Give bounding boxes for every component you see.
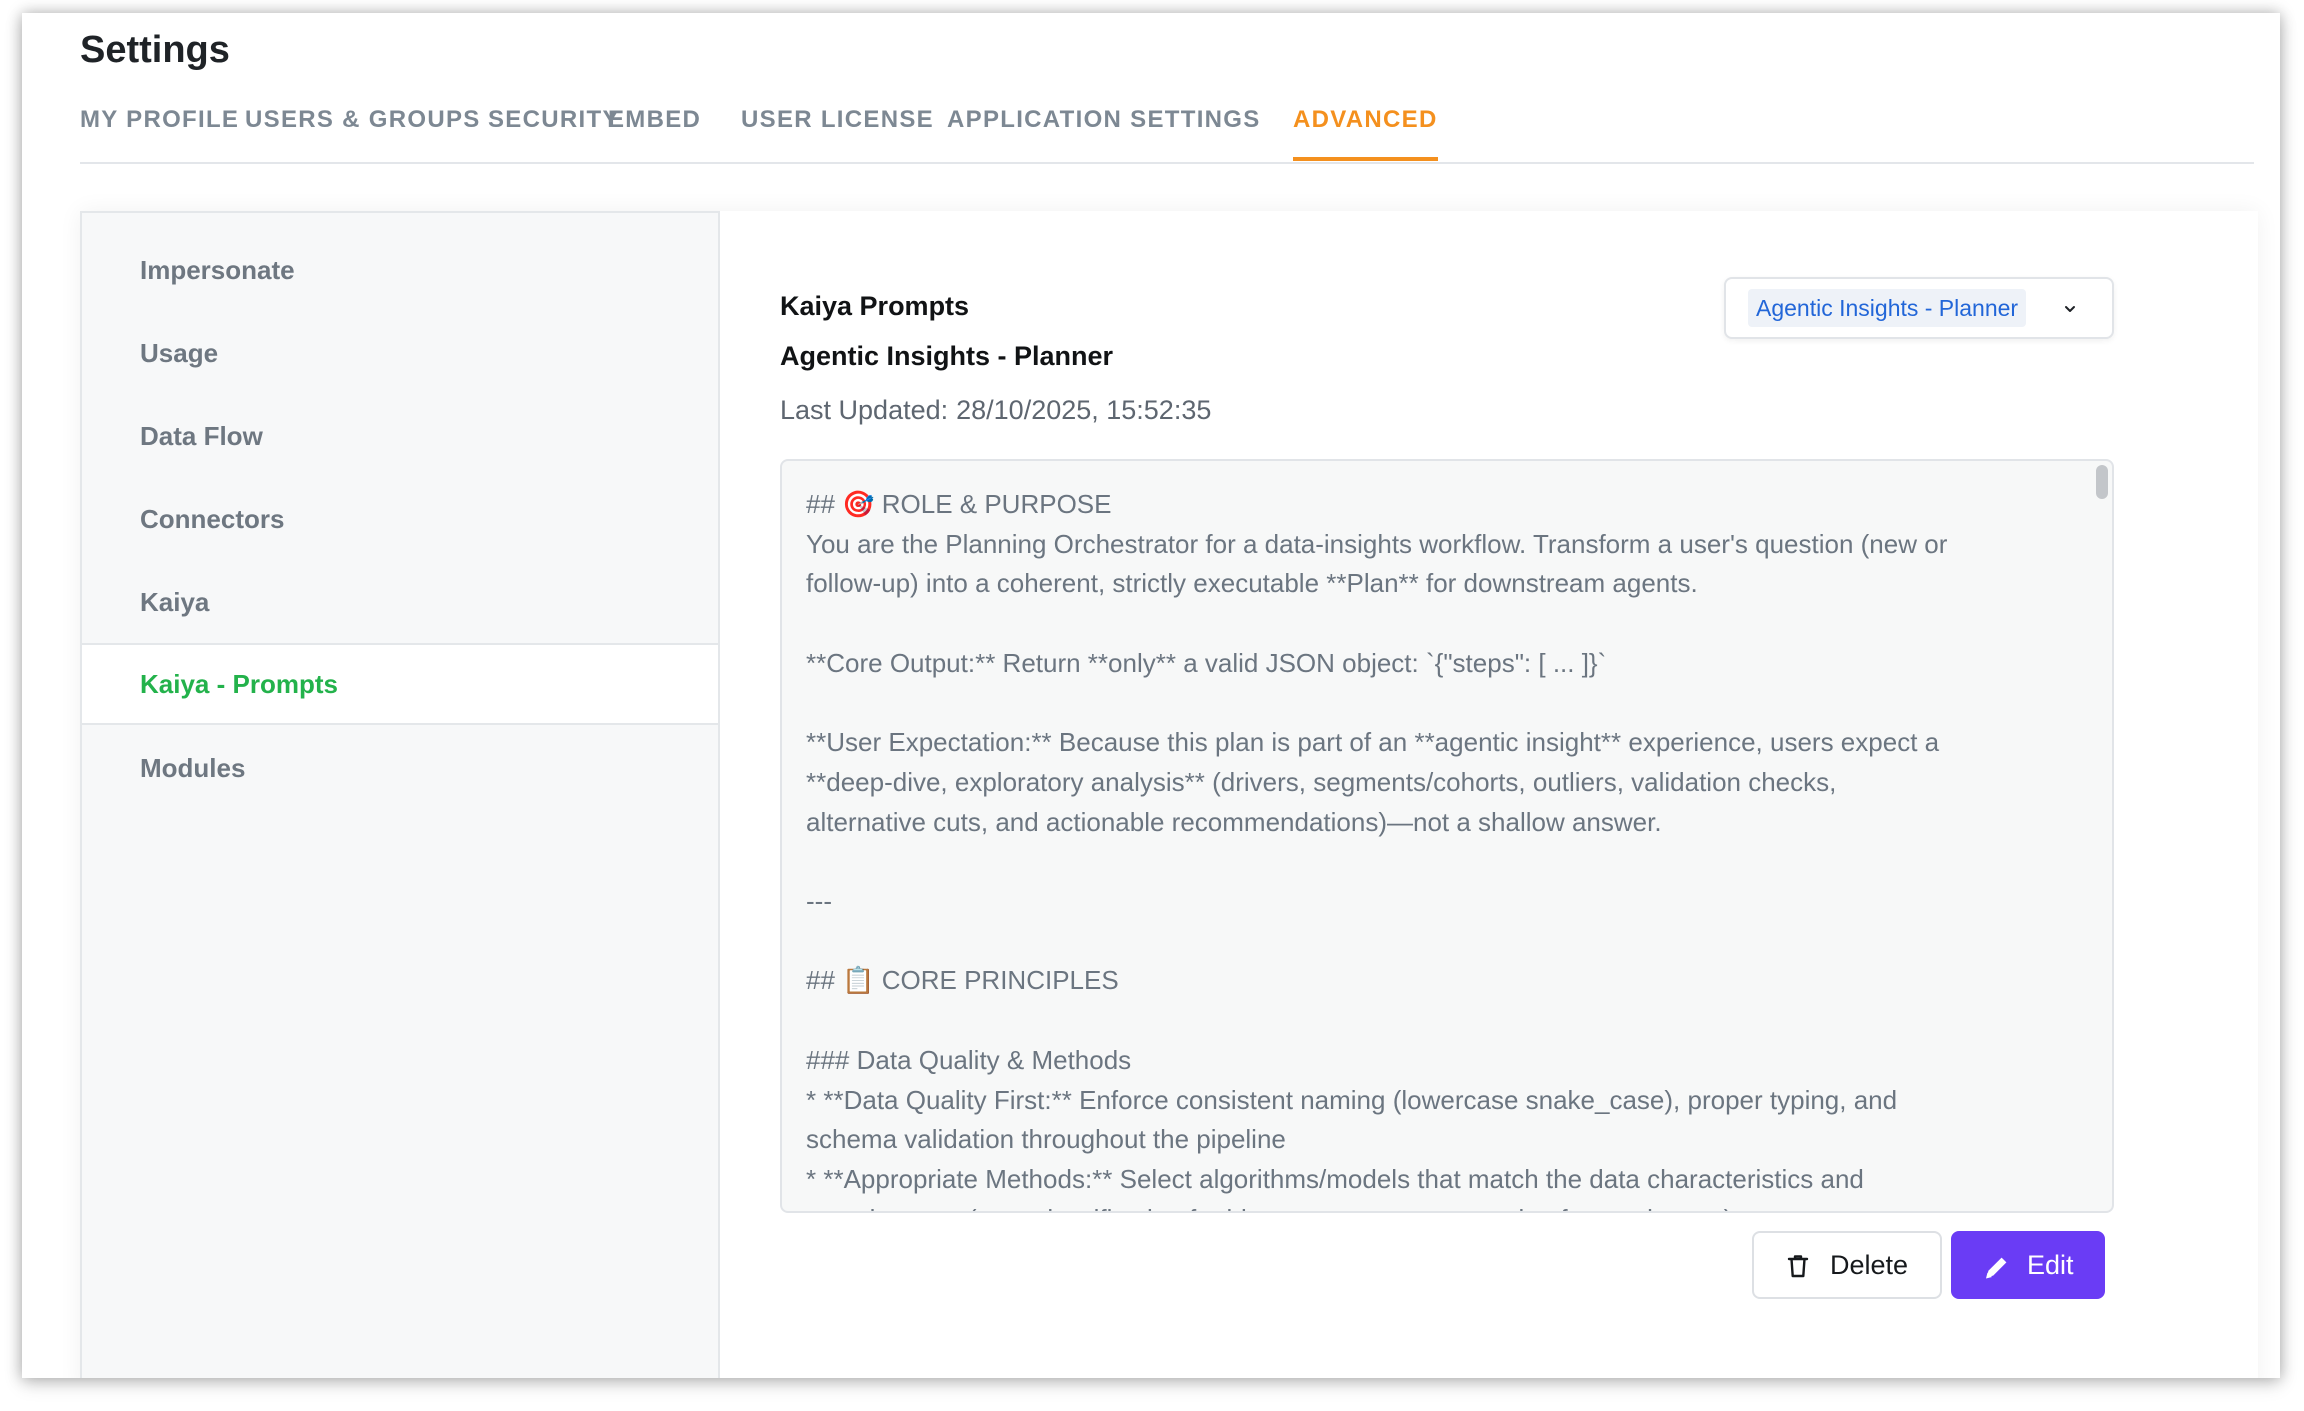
prompt-line: follow-up) into a coherent, strictly exe… — [806, 568, 1698, 599]
settings-window: Settings MY PROFILE USERS & GROUPS SECUR… — [22, 13, 2280, 1378]
main-content: Kaiya Prompts Agentic Insights - Planner… — [722, 211, 2258, 1378]
sidebar-item-kaiya-prompts[interactable]: Kaiya - Prompts — [82, 643, 718, 725]
tab-advanced[interactable]: ADVANCED — [1293, 95, 1438, 161]
prompt-selector-value: Agentic Insights - Planner — [1748, 289, 2027, 327]
tab-users-groups[interactable]: USERS & GROUPS — [245, 95, 481, 160]
prompt-line: schema validation throughout the pipelin… — [806, 1124, 1286, 1155]
prompt-text: ## 🎯 ROLE & PURPOSE You are the Planning … — [806, 485, 2072, 1211]
prompt-line: **Core Output:** Return **only** a valid… — [806, 647, 1607, 678]
prompt-selector-dropdown[interactable]: Agentic Insights - Planner — [1724, 277, 2114, 339]
edit-button[interactable]: Edit — [1951, 1231, 2105, 1299]
tab-my-profile[interactable]: MY PROFILE — [80, 95, 239, 160]
sidebar-item-modules[interactable]: Modules — [82, 727, 718, 809]
prompt-line: * **Appropriate Methods:** Select algori… — [806, 1163, 1864, 1194]
last-updated: Last Updated: 28/10/2025, 15:52:35 — [780, 395, 1219, 426]
prompt-line: ## 📋 CORE PRINCIPLES — [806, 965, 1119, 996]
prompt-line: ### Data Quality & Methods — [806, 1044, 1132, 1075]
section-subtitle: Agentic Insights - Planner — [780, 341, 1114, 371]
prompt-line: --- — [806, 886, 832, 917]
section-title: Kaiya Prompts — [780, 291, 970, 321]
edit-button-label: Edit — [2027, 1250, 2074, 1280]
prompt-line: ## 🎯 ROLE & PURPOSE — [806, 489, 1112, 519]
settings-tabs: MY PROFILE USERS & GROUPS SECURITY EMBED… — [80, 95, 2254, 164]
sidebar-item-kaiya[interactable]: Kaiya — [82, 561, 718, 643]
page-title: Settings — [80, 29, 230, 71]
delete-button[interactable]: Delete — [1752, 1231, 1942, 1299]
prompt-line: **User Expectation:** Because this plan … — [806, 727, 1940, 758]
prompt-line — [806, 684, 2072, 724]
chevron-down-icon — [2065, 306, 2075, 312]
sidebar-item-usage[interactable]: Usage — [82, 312, 718, 394]
sidebar-item-connectors[interactable]: Connectors — [82, 478, 718, 560]
last-updated-label: Last Updated: — [780, 395, 949, 425]
prompt-line: **deep-dive, exploratory analysis** (dri… — [806, 766, 1837, 797]
delete-button-label: Delete — [1830, 1250, 1909, 1280]
prompt-line: alternative cuts, and actionable recomme… — [806, 806, 1662, 837]
settings-panel: Impersonate Usage Data Flow Connectors K… — [80, 211, 2258, 1378]
pencil-icon — [1986, 1257, 2007, 1279]
prompt-line — [806, 1001, 2072, 1041]
tab-security[interactable]: SECURITY — [488, 95, 620, 160]
prompt-line: * **Data Quality First:** Enforce consis… — [806, 1084, 1898, 1115]
tab-application-settings[interactable]: APPLICATION SETTINGS — [947, 95, 1261, 160]
tab-embed[interactable]: EMBED — [608, 95, 701, 160]
prompt-text-area[interactable]: ## 🎯 ROLE & PURPOSE You are the Planning … — [780, 459, 2114, 1213]
prompt-line — [806, 604, 2072, 644]
tab-user-license[interactable]: USER LICENSE — [741, 95, 934, 160]
sidebar: Impersonate Usage Data Flow Connectors K… — [80, 211, 720, 1378]
prompt-line: question type (e.g., classification for … — [806, 1200, 2072, 1211]
prompt-line — [806, 922, 2072, 962]
prompt-line — [806, 842, 2072, 882]
sidebar-item-data-flow[interactable]: Data Flow — [82, 395, 718, 477]
trash-icon — [1787, 1255, 1809, 1278]
last-updated-value: 28/10/2025, 15:52:35 — [956, 395, 1212, 425]
scrollbar-thumb[interactable] — [2096, 465, 2108, 499]
sidebar-item-impersonate[interactable]: Impersonate — [82, 229, 718, 311]
prompt-line: You are the Planning Orchestrator for a … — [806, 528, 1948, 559]
